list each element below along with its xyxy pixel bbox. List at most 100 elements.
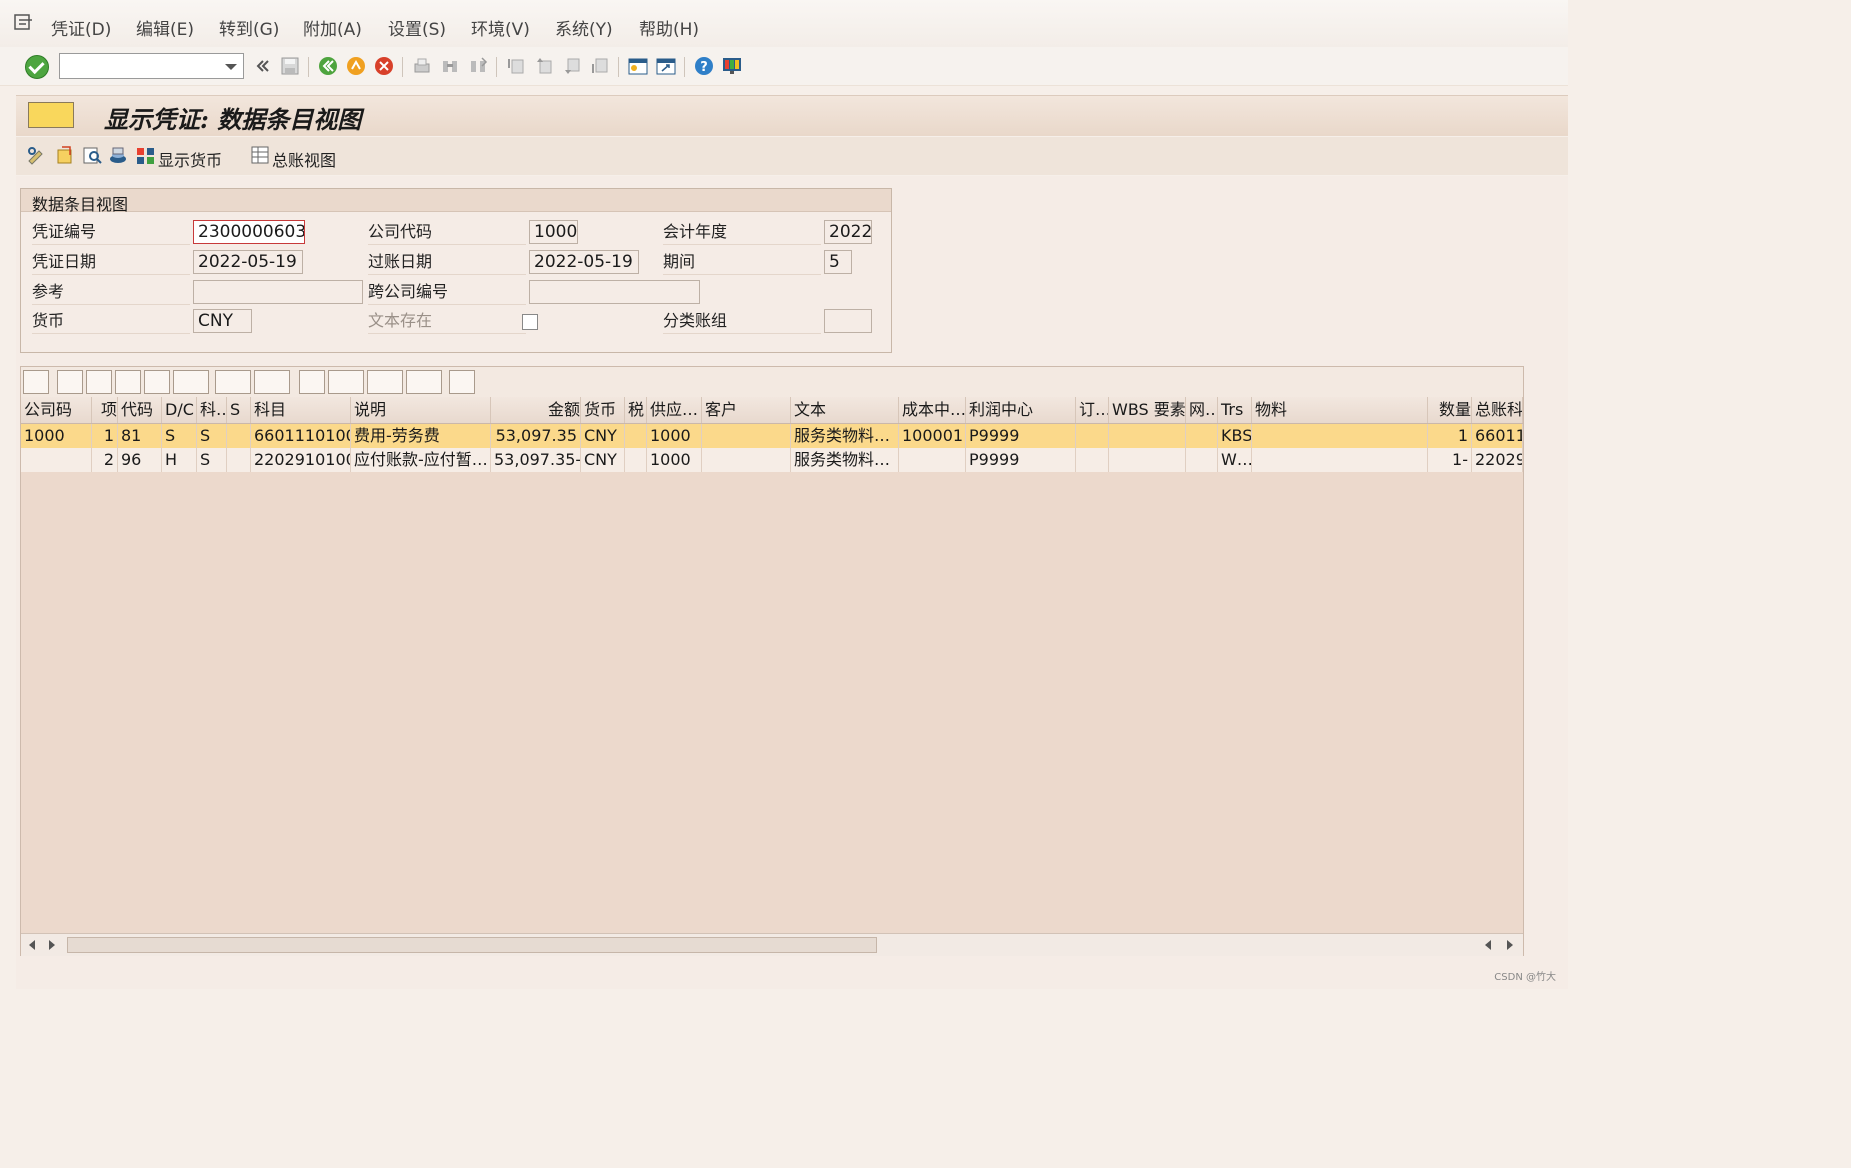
table-cell[interactable]: 2202910100: [251, 448, 351, 472]
table-cell[interactable]: [1252, 424, 1428, 448]
menu-help[interactable]: 帮助(H): [639, 15, 699, 40]
table-cell[interactable]: 53,097.35-: [491, 448, 581, 472]
find-icon[interactable]: [115, 370, 141, 394]
table-cell[interactable]: 服务类物料…: [791, 424, 899, 448]
menu-icon[interactable]: [14, 14, 34, 32]
doc-number-field[interactable]: 2300000603: [193, 220, 305, 244]
scroll-right-icon[interactable]: [49, 940, 55, 950]
sort-descending-icon[interactable]: [86, 370, 112, 394]
table-cell[interactable]: CNY: [581, 448, 625, 472]
find-icon[interactable]: [440, 56, 460, 76]
column-header[interactable]: 网…: [1186, 397, 1218, 423]
show-currency-button[interactable]: 显示货币: [158, 147, 222, 171]
shortcut-icon[interactable]: [656, 56, 676, 76]
stack-icon[interactable]: [108, 145, 128, 165]
company-code-field[interactable]: 1000: [529, 220, 578, 244]
doc-date-field[interactable]: 2022-05-19: [193, 250, 303, 274]
filter-icon[interactable]: [173, 370, 209, 394]
column-header[interactable]: 供应…: [647, 397, 702, 423]
table-cell[interactable]: P9999: [966, 424, 1076, 448]
table-cell[interactable]: [1109, 424, 1186, 448]
table-cell[interactable]: 81: [118, 424, 162, 448]
table-cell[interactable]: 1: [1428, 424, 1472, 448]
table-cell[interactable]: [1076, 448, 1109, 472]
table-cell[interactable]: [702, 448, 791, 472]
save-icon[interactable]: [280, 56, 300, 76]
scroll-left-end-icon[interactable]: [1485, 940, 1491, 950]
column-header[interactable]: 总账科: [1472, 397, 1523, 423]
column-header[interactable]: 金额: [491, 397, 581, 423]
table-cell[interactable]: KBS: [1218, 424, 1252, 448]
sort-ascending-icon[interactable]: [57, 370, 83, 394]
column-header[interactable]: 货币: [581, 397, 625, 423]
column-header[interactable]: 成本中…: [899, 397, 966, 423]
display-document-icon[interactable]: [82, 145, 102, 165]
column-header[interactable]: 科…: [197, 397, 227, 423]
prev-page-icon[interactable]: [534, 56, 554, 76]
table-cell[interactable]: 100001: [899, 424, 966, 448]
find-next-icon[interactable]: [468, 56, 488, 76]
table-cell[interactable]: 应付账款-应付暂…: [351, 448, 491, 472]
table-cell[interactable]: 96: [118, 448, 162, 472]
column-header[interactable]: S: [227, 397, 251, 423]
last-page-icon[interactable]: [590, 56, 610, 76]
column-header[interactable]: 数量: [1428, 397, 1472, 423]
table-cell[interactable]: 1000: [21, 424, 92, 448]
table-cell[interactable]: W…: [1218, 448, 1252, 472]
column-header[interactable]: 税: [625, 397, 647, 423]
menu-settings[interactable]: 设置(S): [388, 15, 446, 40]
posting-date-field[interactable]: 2022-05-19: [529, 250, 639, 274]
table-cell[interactable]: [227, 424, 251, 448]
table-cell[interactable]: 1: [92, 424, 118, 448]
column-header[interactable]: WBS 要素: [1109, 397, 1186, 423]
table-cell[interactable]: 1000: [647, 448, 702, 472]
details-icon[interactable]: [23, 370, 49, 394]
menu-goto[interactable]: 转到(G): [219, 15, 279, 40]
find-next-icon[interactable]: [144, 370, 170, 394]
first-page-icon[interactable]: [506, 56, 526, 76]
column-header[interactable]: 文本: [791, 397, 899, 423]
new-session-icon[interactable]: [628, 56, 648, 76]
back-icon[interactable]: [318, 56, 338, 76]
table-cell[interactable]: 费用-劳务费: [351, 424, 491, 448]
general-ledger-view-button[interactable]: 总账视图: [272, 147, 336, 171]
chevron-down-icon[interactable]: [225, 64, 237, 70]
table-cell[interactable]: 6601110100: [251, 424, 351, 448]
scroll-right-end-icon[interactable]: [1507, 940, 1513, 950]
menu-extras[interactable]: 附加(A): [303, 15, 362, 40]
table-cell[interactable]: [1252, 448, 1428, 472]
info-icon[interactable]: [449, 370, 475, 394]
menu-document[interactable]: 凭证(D): [51, 15, 111, 40]
column-header[interactable]: 项: [92, 397, 118, 423]
print-icon[interactable]: [412, 56, 432, 76]
double-left-chevron-icon[interactable]: [253, 56, 273, 76]
table-cell[interactable]: 服务类物料…: [791, 448, 899, 472]
print-icon[interactable]: [299, 370, 325, 394]
table-cell[interactable]: [21, 448, 92, 472]
table-cell[interactable]: H: [162, 448, 197, 472]
table-cell[interactable]: 66011: [1472, 424, 1523, 448]
ledger-group-field[interactable]: [824, 309, 872, 333]
cross-company-field[interactable]: [529, 280, 700, 304]
export-icon[interactable]: [367, 370, 403, 394]
column-header[interactable]: 物料: [1252, 397, 1428, 423]
currency-icon[interactable]: [136, 145, 156, 165]
enter-icon[interactable]: [25, 55, 49, 79]
table-cell[interactable]: [899, 448, 966, 472]
reference-field[interactable]: [193, 280, 363, 304]
table-cell[interactable]: CNY: [581, 424, 625, 448]
table-cell[interactable]: [1186, 448, 1218, 472]
sum-icon[interactable]: [215, 370, 251, 394]
table-row[interactable]: 1000 1 81 S S 6601110100 费用-劳务费 53,097.35 CNY 100…: [21, 424, 1523, 448]
table-cell[interactable]: S: [162, 424, 197, 448]
subtotal-icon[interactable]: [254, 370, 290, 394]
exit-icon[interactable]: [346, 56, 366, 76]
column-header[interactable]: 说明: [351, 397, 491, 423]
layout-icon[interactable]: [406, 370, 442, 394]
column-header[interactable]: 利润中心: [966, 397, 1076, 423]
ledger-view-icon[interactable]: [250, 145, 270, 165]
menu-system[interactable]: 系统(Y): [555, 15, 613, 40]
table-cell[interactable]: [1109, 448, 1186, 472]
next-page-icon[interactable]: [562, 56, 582, 76]
table-cell[interactable]: [625, 424, 647, 448]
